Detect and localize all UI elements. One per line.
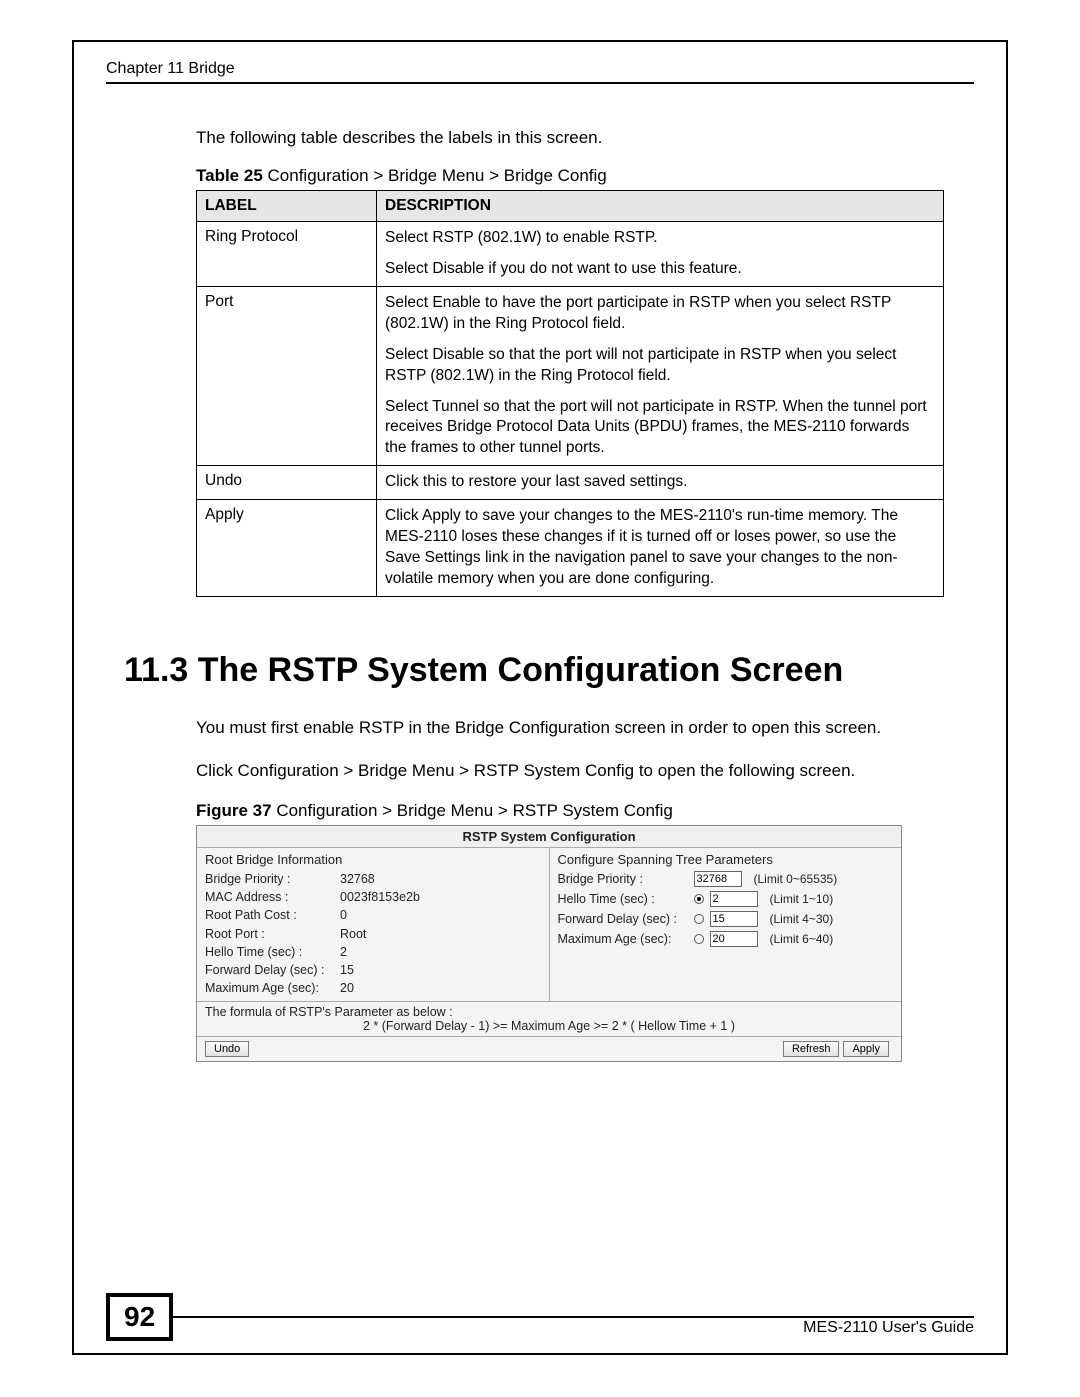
cell-label: Undo [197,466,377,500]
body-para-1: You must first enable RSTP in the Bridge… [196,716,936,741]
table-row: Undo Click this to restore your last save… [197,466,944,500]
param-input[interactable] [694,871,742,887]
info-value: 15 [340,961,354,979]
cell-desc: Click this to restore your last saved se… [377,466,944,500]
desc-paragraph: Select Enable to have the port participa… [385,293,935,335]
info-key: Root Path Cost : [205,906,340,924]
info-value: 20 [340,979,354,997]
info-key: Hello Time (sec) : [205,943,340,961]
param-row: Forward Delay (sec) : (Limit 4~30) [558,911,894,927]
cell-label: Ring Protocol [197,222,377,287]
radio-icon[interactable] [694,934,704,944]
th-label: LABEL [197,191,377,222]
radio-icon[interactable] [694,914,704,924]
info-value: 2 [340,943,347,961]
chapter-header: Chapter 11 Bridge [106,60,974,84]
figure-caption: Figure 37 Configuration > Bridge Menu > … [196,801,974,821]
apply-button[interactable]: Apply [843,1041,889,1057]
desc-paragraph: Click Apply to save your changes to the … [385,506,935,590]
footer-text: MES-2110 User's Guide [106,1319,974,1337]
config-table: LABEL DESCRIPTION Ring ProtocolSelect RS… [196,190,944,597]
figure-caption-bold: Figure 37 [196,801,272,820]
info-value: Root [340,925,366,943]
table-row: ApplyClick Apply to save your changes to… [197,500,944,597]
formula-label: The formula of RSTP's Parameter as below… [205,1005,893,1019]
param-limit: (Limit 0~65535) [754,872,838,886]
footer-rule [173,1316,974,1318]
desc-paragraph: Select RSTP (802.1W) to enable RSTP. [385,228,935,249]
param-input[interactable] [710,911,758,927]
table-row: PortSelect Enable to have the port parti… [197,286,944,465]
info-row: Root Path Cost :0 [205,906,541,924]
cell-desc: Click Apply to save your changes to the … [377,500,944,597]
th-desc: DESCRIPTION [377,191,944,222]
info-key: Maximum Age (sec): [205,979,340,997]
body-para-2: Click Configuration > Bridge Menu > RSTP… [196,759,936,784]
info-row: MAC Address :0023f8153e2b [205,888,541,906]
intro-text: The following table describes the labels… [196,128,974,148]
table-caption: Table 25 Configuration > Bridge Menu > B… [196,166,974,186]
info-row: Forward Delay (sec) :15 [205,961,541,979]
desc-paragraph: Click this to restore your last saved se… [385,472,935,493]
page-number: 92 [106,1293,173,1341]
param-row: Bridge Priority : (Limit 0~65535) [558,871,894,887]
info-value: 0 [340,906,347,924]
config-params-heading: Configure Spanning Tree Parameters [558,852,894,867]
info-row: Hello Time (sec) :2 [205,943,541,961]
param-label: Forward Delay (sec) : [558,912,688,926]
info-row: Maximum Age (sec):20 [205,979,541,997]
info-key: MAC Address : [205,888,340,906]
desc-paragraph: Select Disable if you do not want to use… [385,259,935,280]
formula-text: 2 * (Forward Delay - 1) >= Maximum Age >… [205,1019,893,1033]
info-key: Root Port : [205,925,340,943]
refresh-button[interactable]: Refresh [783,1041,840,1057]
param-row: Hello Time (sec) : (Limit 1~10) [558,891,894,907]
figure-screenshot: RSTP System Configuration Root Bridge In… [196,825,902,1062]
figure-title: RSTP System Configuration [197,826,901,848]
table-row: Ring ProtocolSelect RSTP (802.1W) to ena… [197,222,944,287]
param-input[interactable] [710,891,758,907]
desc-paragraph: Select Disable so that the port will not… [385,345,935,387]
param-limit: (Limit 1~10) [770,892,834,906]
info-key: Bridge Priority : [205,870,340,888]
cell-desc: Select Enable to have the port participa… [377,286,944,465]
figure-caption-rest: Configuration > Bridge Menu > RSTP Syste… [272,801,673,820]
undo-button[interactable]: Undo [205,1041,249,1057]
info-value: 32768 [340,870,375,888]
desc-paragraph: Select Tunnel so that the port will not … [385,397,935,460]
param-label: Hello Time (sec) : [558,892,688,906]
info-row: Bridge Priority :32768 [205,870,541,888]
info-row: Root Port :Root [205,925,541,943]
param-limit: (Limit 6~40) [770,932,834,946]
root-bridge-heading: Root Bridge Information [205,852,541,867]
table-caption-bold: Table 25 [196,166,263,185]
cell-desc: Select RSTP (802.1W) to enable RSTP. Sele… [377,222,944,287]
param-label: Maximum Age (sec): [558,932,688,946]
info-value: 0023f8153e2b [340,888,420,906]
param-label: Bridge Priority : [558,872,688,886]
param-input[interactable] [710,931,758,947]
param-row: Maximum Age (sec): (Limit 6~40) [558,931,894,947]
radio-icon[interactable] [694,894,704,904]
section-heading: 11.3 The RSTP System Configuration Scree… [124,651,974,690]
param-limit: (Limit 4~30) [770,912,834,926]
table-caption-rest: Configuration > Bridge Menu > Bridge Con… [263,166,607,185]
cell-label: Port [197,286,377,465]
cell-label: Apply [197,500,377,597]
info-key: Forward Delay (sec) : [205,961,340,979]
